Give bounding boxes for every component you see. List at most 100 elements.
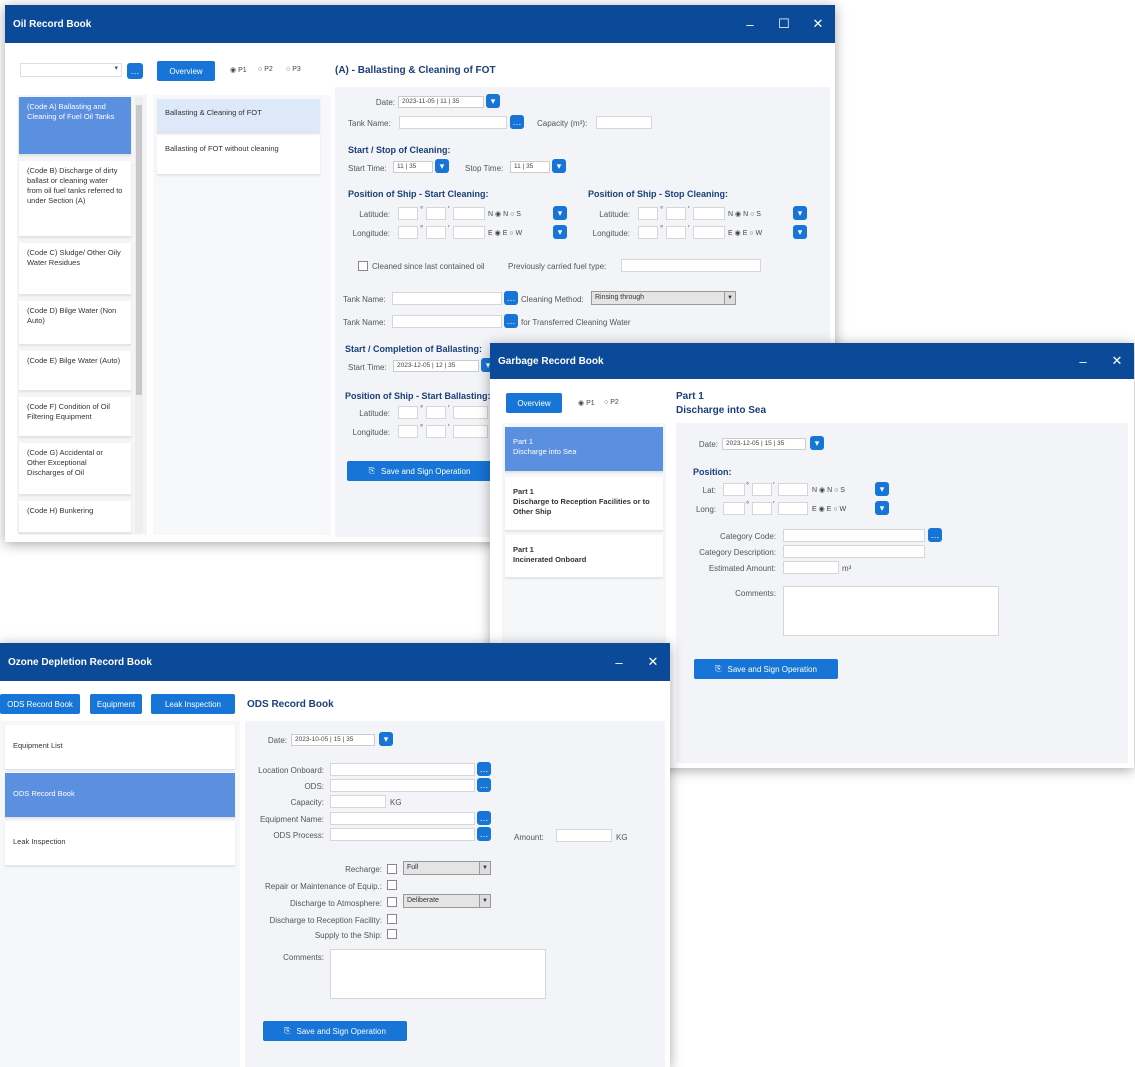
tank-lookup-button-3[interactable]: … — [504, 314, 518, 328]
scroll-thumb[interactable] — [136, 105, 142, 395]
tank-name-input-3[interactable] — [392, 315, 502, 328]
tank-name-input-2[interactable] — [392, 292, 502, 305]
repair-checkbox[interactable] — [387, 880, 397, 890]
garbage-long-hemisphere[interactable]: E ◉ E ○ W — [812, 505, 846, 513]
code-list-scrollbar[interactable] — [135, 97, 143, 533]
stop-time-input[interactable]: 11 | 35 — [510, 161, 550, 173]
start-lat-sec[interactable] — [453, 207, 485, 220]
garbage-comments-input[interactable] — [783, 586, 999, 636]
garbage-lat-hemisphere[interactable]: N ◉ N ○ S — [812, 486, 845, 494]
garbage-date-button[interactable]: ▾ — [810, 436, 824, 450]
stop-lat-hemisphere[interactable]: N ◉ N ○ S — [728, 210, 761, 218]
radio-p2[interactable]: ○ P2 — [258, 66, 273, 73]
part-item-discharge-sea[interactable]: Part 1 Discharge into Sea — [505, 427, 663, 472]
bal-lat-min[interactable] — [426, 406, 446, 419]
oil-save-button[interactable]: ⎘ Save and Sign Operation — [347, 461, 492, 481]
amount-input[interactable] — [556, 829, 612, 842]
bal-long-deg[interactable] — [398, 425, 418, 438]
ozone-date-button[interactable]: ▾ — [379, 732, 393, 746]
minimize-icon[interactable]: – — [1066, 354, 1100, 369]
minimize-icon[interactable]: – — [602, 655, 636, 670]
op-item-no-cleaning[interactable]: Ballasting of FOT without cleaning — [157, 135, 320, 175]
start-lat-min[interactable] — [426, 207, 446, 220]
start-long-deg[interactable] — [398, 226, 418, 239]
stop-long-min[interactable] — [666, 226, 686, 239]
side-item-leak-inspection[interactable]: Leak Inspection — [5, 821, 235, 866]
op-item-cleaning[interactable]: Ballasting & Cleaning of FOT — [157, 99, 320, 133]
location-lookup-button[interactable]: … — [477, 762, 491, 776]
stop-long-hemisphere[interactable]: E ◉ E ○ W — [728, 229, 762, 237]
category-lookup-button[interactable]: … — [928, 528, 942, 542]
category-desc-input[interactable] — [783, 545, 925, 558]
code-item-c[interactable]: (Code C) Sludge/ Other Oily Water Residu… — [19, 243, 131, 295]
start-long-sec[interactable] — [453, 226, 485, 239]
code-item-b[interactable]: (Code B) Discharge of dirty ballast or c… — [19, 161, 131, 237]
capacity-input[interactable] — [596, 116, 652, 129]
cleaned-checkbox[interactable] — [358, 261, 368, 271]
bal-long-min[interactable] — [426, 425, 446, 438]
cleaning-method-select[interactable]: Rinsing through ▼ — [591, 291, 736, 305]
bal-lat-deg[interactable] — [398, 406, 418, 419]
start-long-button[interactable]: ▾ — [553, 225, 567, 239]
garbage-save-button[interactable]: ⎘ Save and Sign Operation — [694, 659, 838, 679]
code-item-g[interactable]: (Code G) Accidental or Other Exceptional… — [19, 443, 131, 495]
code-item-f[interactable]: (Code F) Condition of Oil Filtering Equi… — [19, 397, 131, 437]
tab-equipment[interactable]: Equipment — [90, 694, 142, 714]
garbage-long-min[interactable] — [752, 502, 772, 515]
close-icon[interactable]: ✕ — [1100, 353, 1134, 369]
part-item-reception[interactable]: Part 1 Discharge to Reception Facilities … — [505, 477, 663, 531]
stop-lat-sec[interactable] — [693, 207, 725, 220]
start-lat-deg[interactable] — [398, 207, 418, 220]
close-icon[interactable]: ✕ — [636, 654, 670, 670]
garbage-overview-button[interactable]: Overview — [506, 393, 562, 413]
stop-long-button[interactable]: ▾ — [793, 225, 807, 239]
ods-process-input[interactable] — [330, 828, 475, 841]
discharge-atm-select[interactable]: Deliberate ▼ — [403, 894, 491, 908]
category-code-input[interactable] — [783, 529, 925, 542]
overview-button[interactable]: Overview — [157, 61, 215, 81]
ods-input[interactable] — [330, 779, 475, 792]
code-item-h[interactable]: (Code H) Bunkering — [19, 501, 131, 533]
side-item-equipment-list[interactable]: Equipment List — [5, 725, 235, 770]
stop-long-deg[interactable] — [638, 226, 658, 239]
code-item-a[interactable]: (Code A) Ballasting and Cleaning of Fuel… — [19, 97, 131, 155]
start-lat-button[interactable]: ▾ — [553, 206, 567, 220]
tank-name-input[interactable] — [399, 116, 507, 129]
stop-lat-min[interactable] — [666, 207, 686, 220]
tab-ods-record-book[interactable]: ODS Record Book — [0, 694, 80, 714]
equipment-name-input[interactable] — [330, 812, 475, 825]
estimated-amount-input[interactable] — [783, 561, 839, 574]
ozone-date-input[interactable]: 2023-10-05 | 15 | 35 — [291, 734, 375, 746]
ods-process-lookup-button[interactable]: … — [477, 827, 491, 841]
garbage-long-button[interactable]: ▾ — [875, 501, 889, 515]
stop-lat-button[interactable]: ▾ — [793, 206, 807, 220]
start-time-button[interactable]: ▾ — [435, 159, 449, 173]
bal-date-input[interactable]: 2023-12-05 | 12 | 35 — [393, 360, 479, 372]
tank-lookup-button-2[interactable]: … — [504, 291, 518, 305]
garbage-radio-p2[interactable]: ○ P2 — [604, 399, 619, 406]
ods-lookup-button[interactable]: … — [477, 778, 491, 792]
start-long-hemisphere[interactable]: E ◉ E ○ W — [488, 229, 522, 237]
code-item-d[interactable]: (Code D) Bilge Water (Non Auto) — [19, 301, 131, 345]
ozone-comments-input[interactable] — [330, 949, 546, 999]
start-long-min[interactable] — [426, 226, 446, 239]
date-picker-button[interactable]: ▾ — [486, 94, 500, 108]
garbage-lat-deg[interactable] — [723, 483, 745, 496]
garbage-long-deg[interactable] — [723, 502, 745, 515]
stop-time-button[interactable]: ▾ — [552, 159, 566, 173]
capacity-input[interactable] — [330, 795, 386, 808]
stop-long-sec[interactable] — [693, 226, 725, 239]
tank-lookup-button[interactable]: … — [510, 115, 524, 129]
discharge-rec-checkbox[interactable] — [387, 914, 397, 924]
garbage-long-sec[interactable] — [778, 502, 808, 515]
bal-lat-sec[interactable] — [453, 406, 488, 419]
equipment-lookup-button[interactable]: … — [477, 811, 491, 825]
location-input[interactable] — [330, 763, 475, 776]
garbage-lat-button[interactable]: ▾ — [875, 482, 889, 496]
part-item-incinerated[interactable]: Part 1 Incinerated Onboard — [505, 535, 663, 578]
side-item-ods-record-book[interactable]: ODS Record Book — [5, 773, 235, 818]
discharge-atm-checkbox[interactable] — [387, 897, 397, 907]
garbage-lat-min[interactable] — [752, 483, 772, 496]
start-time-input[interactable]: 11 | 35 — [393, 161, 433, 173]
prev-fuel-input[interactable] — [621, 259, 761, 272]
